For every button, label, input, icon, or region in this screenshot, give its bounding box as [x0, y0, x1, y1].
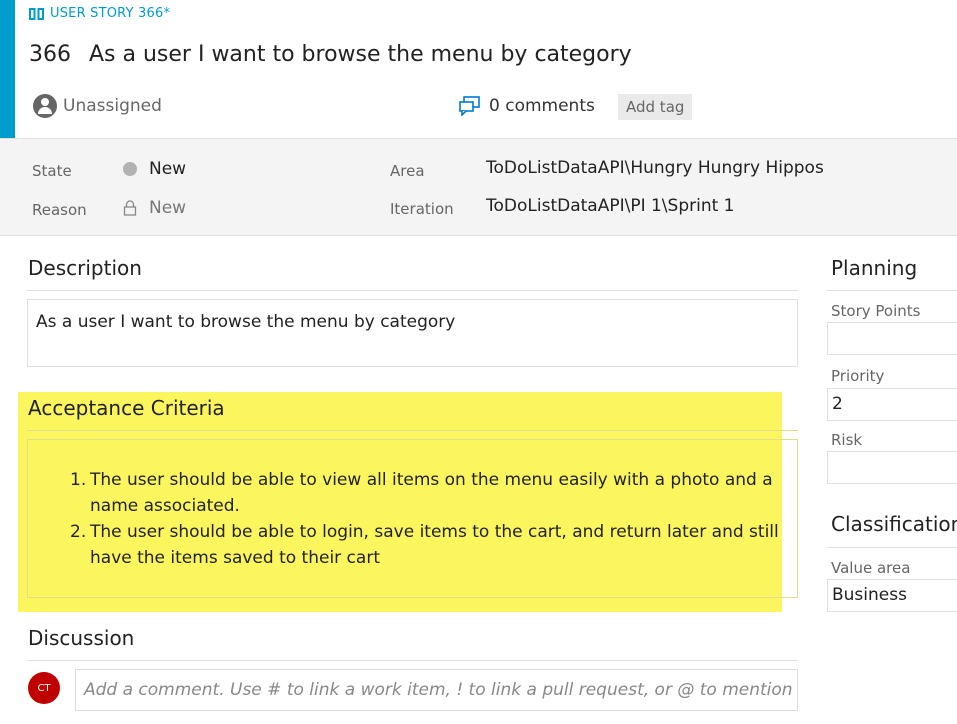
description-text: As a user I want to browse the menu by c…: [36, 312, 456, 332]
work-item-type-accent-bar: [0, 0, 15, 138]
user-avatar-icon: [33, 94, 57, 118]
description-divider: [27, 290, 798, 291]
work-item-header: USER STORY 366* 366 As a user I want to …: [15, 0, 957, 138]
state-value: New: [149, 159, 187, 179]
list-item: 2. The user should be able to login, sav…: [28, 519, 788, 571]
list-item-number: 1.: [70, 470, 87, 490]
planning-divider: [827, 290, 957, 291]
priority-field[interactable]: 2: [827, 388, 957, 421]
acceptance-criteria-heading: Acceptance Criteria: [28, 396, 225, 420]
work-item-title[interactable]: As a user I want to browse the menu by c…: [89, 42, 632, 67]
acceptance-divider: [27, 430, 798, 431]
priority-label: Priority: [831, 367, 885, 385]
planning-heading: Planning: [831, 256, 918, 280]
work-item-id: 366: [29, 42, 71, 67]
discussion-divider: [27, 660, 798, 661]
area-path-field[interactable]: ToDoListDataAPI\Hungry Hungry Hippos: [486, 158, 824, 178]
assignee-picker[interactable]: Unassigned: [33, 94, 162, 118]
description-heading: Description: [28, 256, 142, 280]
work-item-type-label: USER STORY 366*: [50, 6, 171, 21]
list-item-text: The user should be able to login, save i…: [90, 522, 779, 568]
area-label: Area: [390, 162, 425, 180]
iteration-label: Iteration: [390, 200, 454, 218]
comments-icon: [459, 96, 480, 116]
description-editor[interactable]: As a user I want to browse the menu by c…: [27, 299, 798, 367]
avatar: CT: [28, 672, 60, 704]
iteration-path-field[interactable]: ToDoListDataAPI\PI 1\Sprint 1: [486, 196, 734, 216]
state-dot-icon: [123, 162, 137, 176]
story-points-field[interactable]: [827, 322, 957, 355]
reason-value: New: [149, 198, 187, 218]
work-item-type: USER STORY 366*: [29, 6, 170, 21]
list-item-number: 2.: [70, 522, 87, 542]
acceptance-criteria-list: 1. The user should be able to view all i…: [28, 467, 788, 571]
risk-field[interactable]: [827, 451, 957, 484]
list-item-text: The user should be able to view all item…: [90, 470, 773, 516]
comments-link[interactable]: 0 comments: [459, 96, 595, 116]
lock-icon: [123, 200, 137, 216]
work-item-title-row: 366 As a user I want to browse the menu …: [29, 42, 632, 67]
discussion-heading: Discussion: [28, 626, 135, 650]
assignee-label: Unassigned: [63, 96, 162, 116]
reason-field: New: [123, 198, 186, 218]
state-dropdown[interactable]: New: [123, 159, 186, 179]
comments-count: 0 comments: [489, 96, 595, 116]
classification-divider: [827, 547, 957, 548]
book-icon: [29, 7, 44, 20]
state-label: State: [32, 162, 72, 180]
list-item: 1. The user should be able to view all i…: [28, 467, 788, 519]
value-area-label: Value area: [831, 559, 911, 577]
comment-input[interactable]: Add a comment. Use # to link a work item…: [75, 669, 798, 711]
add-tag-button[interactable]: Add tag: [618, 94, 693, 120]
reason-label: Reason: [32, 201, 87, 219]
value-area-field[interactable]: Business: [827, 579, 957, 612]
classification-heading: Classification: [831, 512, 957, 536]
work-item-fields-bar: State New Reason New Area ToDoListDataAP…: [0, 138, 957, 236]
risk-label: Risk: [831, 431, 863, 449]
story-points-label: Story Points: [831, 302, 921, 320]
